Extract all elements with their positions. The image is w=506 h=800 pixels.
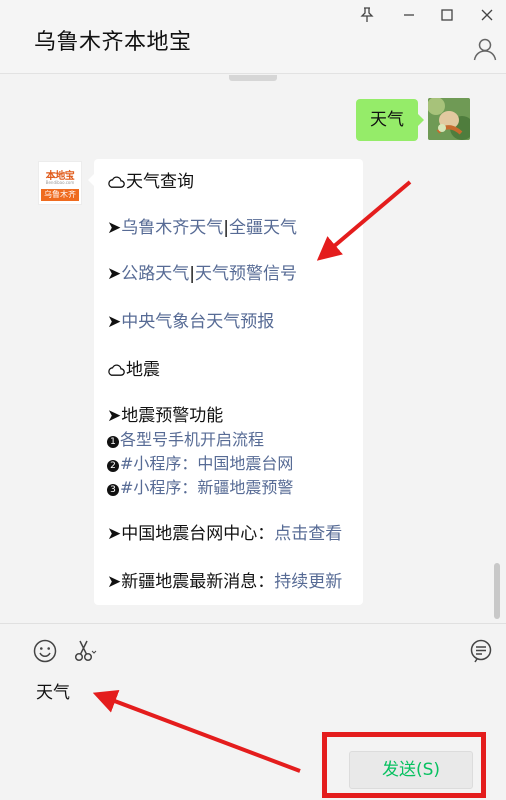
arrow-glyph: ➤ bbox=[107, 312, 122, 332]
number-badge-3: 3 bbox=[107, 484, 119, 496]
chat-title: 乌鲁木齐本地宝 bbox=[34, 30, 192, 55]
quake-warning-title: ➤地震预警功能 bbox=[107, 406, 224, 426]
bot-message-bubble: 天气查询 ➤乌鲁木齐天气|全疆天气 ➤公路天气|天气预警信号 ➤中央气象台天气预… bbox=[88, 159, 363, 605]
quake-item-1: 1 各型号手机开启流程 bbox=[107, 429, 264, 451]
title-bar: 乌鲁木齐本地宝 bbox=[0, 0, 506, 74]
quake-item-3: 3 #小程序：新疆地震预警 bbox=[107, 477, 293, 499]
xinjiang-weather-link[interactable]: 全疆天气 bbox=[229, 218, 297, 238]
click-to-view-link[interactable]: 点击查看 bbox=[274, 524, 342, 544]
cloud-icon bbox=[108, 176, 125, 188]
weather-warning-link[interactable]: 天气预警信号 bbox=[195, 264, 297, 284]
arrow-glyph: ➤ bbox=[107, 218, 122, 238]
pin-icon[interactable] bbox=[356, 5, 378, 25]
arrow-glyph: ➤ bbox=[107, 264, 122, 284]
chat-area[interactable]: 天气 本地宝 Bendibao.com 乌鲁木齐 天气查询 ➤乌鲁木齐天气|全疆… bbox=[0, 75, 506, 623]
avatar-logo-city: 乌鲁木齐 bbox=[41, 189, 79, 201]
cloud-icon bbox=[108, 364, 125, 376]
cma-row: ➤中央气象台天气预报 bbox=[107, 311, 274, 333]
quake-center-row: ➤中国地震台网中心：点击查看 bbox=[107, 523, 342, 545]
emoji-icon[interactable] bbox=[32, 638, 58, 664]
number-badge-1: 1 bbox=[107, 436, 119, 448]
profile-icon[interactable] bbox=[472, 36, 498, 62]
quake-center-label: ➤中国地震台网中心： bbox=[107, 524, 275, 544]
avatar-logo-url: Bendibao.com bbox=[45, 180, 75, 185]
maximize-icon[interactable] bbox=[436, 5, 458, 25]
my-avatar[interactable] bbox=[428, 98, 470, 140]
road-links-row: ➤公路天气|天气预警信号 bbox=[107, 263, 297, 285]
urumqi-weather-link[interactable]: 乌鲁木齐天气 bbox=[121, 218, 223, 238]
message-input[interactable]: 天气 bbox=[36, 678, 70, 703]
quake-news-label: ➤新疆地震最新消息： bbox=[107, 572, 275, 592]
chat-history-icon[interactable] bbox=[468, 638, 494, 664]
official-account-avatar[interactable]: 本地宝 Bendibao.com 乌鲁木齐 bbox=[38, 161, 82, 205]
quake-heading-text: 地震 bbox=[126, 360, 160, 380]
minimize-icon[interactable] bbox=[398, 5, 420, 25]
continuous-update-link[interactable]: 持续更新 bbox=[274, 572, 342, 592]
phone-setup-link[interactable]: 各型号手机开启流程 bbox=[120, 430, 264, 449]
my-message-bubble[interactable]: 天气 bbox=[356, 99, 424, 141]
input-area: 天气 发送(S) bbox=[0, 623, 506, 800]
cma-forecast-link[interactable]: 中央气象台天气预报 bbox=[121, 312, 274, 332]
road-weather-link[interactable]: 公路天气 bbox=[121, 264, 189, 284]
close-icon[interactable] bbox=[476, 5, 498, 25]
xinjiang-quake-miniprogram-link[interactable]: #小程序：新疆地震预警 bbox=[120, 478, 293, 497]
number-badge-2: 2 bbox=[107, 460, 119, 472]
weather-heading-text: 天气查询 bbox=[126, 172, 194, 192]
cenc-miniprogram-link[interactable]: #小程序：中国地震台网 bbox=[120, 454, 293, 473]
quake-heading: 地震 bbox=[107, 359, 160, 381]
send-button-highlight: 发送(S) bbox=[322, 732, 486, 798]
screenshot-scissors-icon[interactable] bbox=[72, 638, 98, 664]
load-more-handle[interactable] bbox=[229, 75, 277, 81]
quake-item-2: 2 #小程序：中国地震台网 bbox=[107, 453, 293, 475]
chat-scrollbar[interactable] bbox=[494, 563, 500, 619]
weather-heading: 天气查询 bbox=[107, 171, 194, 193]
weather-links-row: ➤乌鲁木齐天气|全疆天气 bbox=[107, 217, 297, 239]
send-button[interactable]: 发送(S) bbox=[349, 751, 473, 789]
quake-news-row: ➤新疆地震最新消息：持续更新 bbox=[107, 571, 342, 593]
